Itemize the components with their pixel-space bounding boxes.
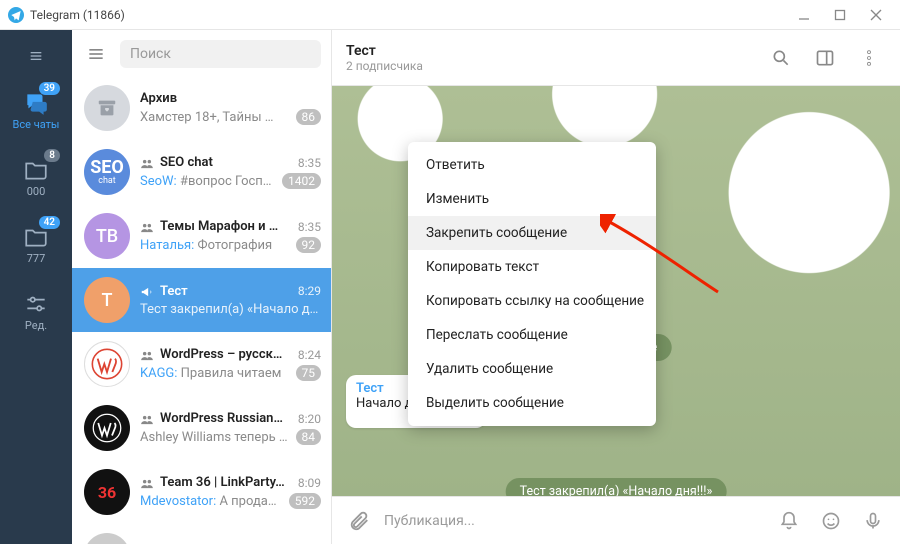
group-icon bbox=[140, 348, 154, 362]
more-menu-button[interactable] bbox=[852, 41, 886, 75]
sidebar-toggle-button[interactable] bbox=[808, 41, 842, 75]
composer-input[interactable]: Публикация... bbox=[384, 513, 764, 529]
chat-list-item[interactable]: WordPress – русск… 8:24 KAGG: Правила чита… bbox=[72, 332, 331, 396]
folder-icon bbox=[23, 157, 49, 183]
rail-label: 000 bbox=[27, 185, 46, 198]
chat-list-item[interactable]: Архив Хамстер 18+, Тайны … 86 bbox=[72, 76, 331, 140]
avatar: ТВ bbox=[84, 213, 130, 259]
main-menu-button[interactable] bbox=[82, 40, 110, 68]
conversation-header[interactable]: Тест 2 подписчика bbox=[332, 30, 900, 86]
conversation-title: Тест bbox=[346, 43, 754, 59]
chat-list-item[interactable]: Т Тест 8:29 Тест закрепил(а) «Начало д… bbox=[72, 268, 331, 332]
group-icon bbox=[140, 220, 154, 234]
avatar bbox=[84, 533, 130, 544]
telegram-logo-icon bbox=[8, 7, 24, 23]
rail-label: Все чаты bbox=[13, 118, 60, 131]
chat-name: SEO chat bbox=[160, 155, 292, 170]
avatar: SEOchat bbox=[84, 149, 130, 195]
rail-edit-folders[interactable]: Ред. bbox=[0, 285, 72, 338]
chat-name: WordPress Russian… bbox=[160, 411, 292, 426]
context-menu-item[interactable]: Удалить сообщение bbox=[408, 352, 656, 386]
message-context-menu: ОтветитьИзменитьЗакрепить сообщениеКопир… bbox=[408, 142, 656, 426]
unread-badge: 1402 bbox=[282, 173, 321, 189]
rail-folder-777[interactable]: 42 777 bbox=[0, 218, 72, 271]
window-maximize-button[interactable] bbox=[822, 0, 858, 30]
unread-badge: 592 bbox=[289, 493, 321, 509]
context-menu-item[interactable]: Копировать ссылку на сообщение bbox=[408, 284, 656, 318]
chat-name: Тест bbox=[160, 284, 292, 299]
chat-name: Темы Марафон и … bbox=[160, 219, 292, 234]
rail-badge: 42 bbox=[39, 216, 60, 229]
window-close-button[interactable] bbox=[858, 0, 894, 30]
notifications-button[interactable] bbox=[772, 504, 806, 538]
rail-badge: 39 bbox=[39, 82, 60, 95]
search-input[interactable]: Поиск bbox=[120, 40, 321, 68]
search-in-chat-button[interactable] bbox=[764, 41, 798, 75]
chat-name: WordPress – русск… bbox=[160, 347, 292, 362]
chat-list-item[interactable]: SEOchat SEO chat 8:35 SeoW: #вопрос Госп… 14… bbox=[72, 140, 331, 204]
avatar: Т bbox=[84, 277, 130, 323]
chat-list-item[interactable]: WordPress Russian… 8:20 Ashley Williams те… bbox=[72, 396, 331, 460]
service-message-pinned: Тест закрепил(а) «Начало дня!!!» bbox=[506, 478, 727, 496]
group-icon bbox=[140, 476, 154, 490]
context-menu-item[interactable]: Выделить сообщение bbox=[408, 386, 656, 420]
chat-preview: Наталья: Фотография bbox=[140, 238, 290, 253]
chat-time: 8:29 bbox=[298, 284, 321, 298]
sliders-icon bbox=[23, 291, 49, 317]
chat-preview: Ashley Williams теперь … bbox=[140, 430, 290, 445]
rail-menu-button[interactable] bbox=[0, 42, 72, 70]
conversation-body[interactable]: ое сообщение Тест закрепил(а) «Начало дн… bbox=[332, 86, 900, 496]
conversation-panel: Тест 2 подписчика ое сообщение Тест закр… bbox=[332, 30, 900, 544]
rail-all-chats[interactable]: 39 Все чаты bbox=[0, 84, 72, 137]
voice-record-button[interactable] bbox=[856, 504, 890, 538]
context-menu-item[interactable]: Изменить bbox=[408, 182, 656, 216]
group-icon bbox=[140, 412, 154, 426]
chat-list-panel: Поиск Архив Хамстер 18+, Тайны … 86 SEOchat… bbox=[72, 30, 332, 544]
chat-list-item[interactable]: Flat PM - вопросы … bbox=[72, 524, 331, 544]
context-menu-item[interactable]: Копировать текст bbox=[408, 250, 656, 284]
message-composer: Публикация... bbox=[332, 496, 900, 544]
chat-time: 8:24 bbox=[298, 348, 321, 362]
unread-badge: 92 bbox=[296, 237, 322, 253]
chat-preview: Mdevostator: А прода… bbox=[140, 494, 283, 509]
window-minimize-button[interactable] bbox=[786, 0, 822, 30]
group-icon bbox=[140, 156, 154, 170]
conversation-subtitle: 2 подписчика bbox=[346, 59, 754, 73]
window-titlebar: Telegram (11866) bbox=[0, 0, 900, 30]
chat-preview: Хамстер 18+, Тайны … bbox=[140, 110, 290, 125]
avatar bbox=[84, 341, 130, 387]
avatar bbox=[84, 405, 130, 451]
rail-badge: 8 bbox=[44, 149, 60, 162]
emoji-button[interactable] bbox=[814, 504, 848, 538]
chat-time: 8:35 bbox=[298, 156, 321, 170]
rail-label: Ред. bbox=[25, 319, 47, 332]
chat-time: 8:09 bbox=[298, 476, 321, 490]
folder-rail: 39 Все чаты 8 000 42 777 Ред. bbox=[0, 30, 72, 544]
chat-preview: SeoW: #вопрос Госп… bbox=[140, 174, 276, 189]
context-menu-item[interactable]: Переслать сообщение bbox=[408, 318, 656, 352]
unread-badge: 86 bbox=[296, 109, 322, 125]
chat-time: 8:20 bbox=[298, 412, 321, 426]
rail-label: 777 bbox=[27, 252, 46, 265]
context-menu-item[interactable]: Ответить bbox=[408, 148, 656, 182]
chat-name: Team 36 | LinkParty… bbox=[160, 475, 292, 490]
unread-badge: 75 bbox=[296, 365, 322, 381]
avatar-archive bbox=[84, 85, 130, 131]
rail-folder-000[interactable]: 8 000 bbox=[0, 151, 72, 204]
chat-list-item[interactable]: 36 Team 36 | LinkParty… 8:09 Mdevostator: А… bbox=[72, 460, 331, 524]
chat-preview: Тест закрепил(а) «Начало д… bbox=[140, 302, 321, 317]
unread-badge: 84 bbox=[296, 429, 322, 445]
chat-list-item[interactable]: ТВ Темы Марафон и … 8:35 Наталья: Фотографи… bbox=[72, 204, 331, 268]
chat-preview: KAGG: Правила читаем bbox=[140, 366, 290, 381]
chat-time: 8:35 bbox=[298, 220, 321, 234]
chat-name: Архив bbox=[140, 91, 321, 106]
attach-button[interactable] bbox=[342, 504, 376, 538]
avatar: 36 bbox=[84, 469, 130, 515]
context-menu-item[interactable]: Закрепить сообщение bbox=[408, 216, 656, 250]
window-title: Telegram (11866) bbox=[30, 8, 125, 22]
megaphone-icon bbox=[140, 284, 154, 298]
